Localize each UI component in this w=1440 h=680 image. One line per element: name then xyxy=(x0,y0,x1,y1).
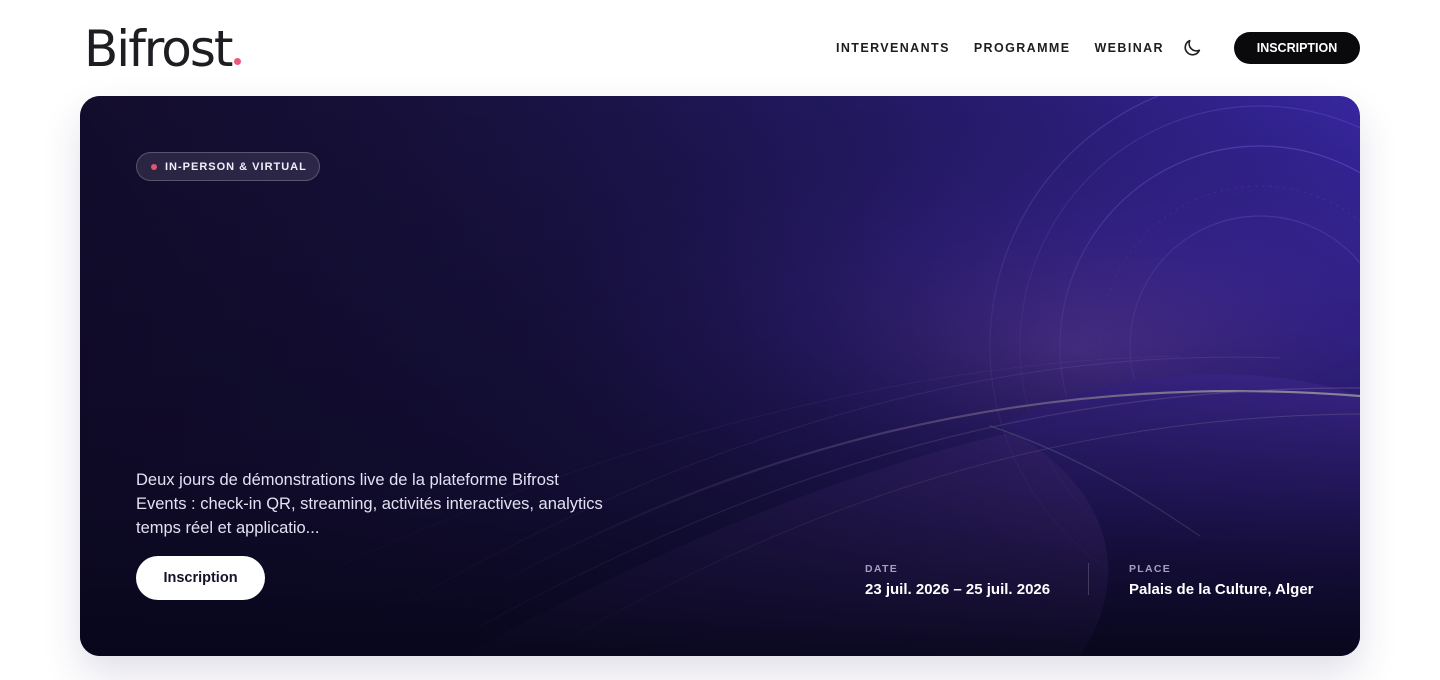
hero-description: Deux jours de démonstrations live de la … xyxy=(136,471,603,537)
date-value: 23 juil. 2026 – 25 juil. 2026 xyxy=(865,581,1051,598)
nav-link-intervenants[interactable]: INTERVENANTS xyxy=(836,40,950,56)
nav-link-programme[interactable]: PROGRAMME xyxy=(974,40,1071,56)
place-value: Palais de la Culture, Alger xyxy=(1129,581,1314,598)
moon-icon xyxy=(1184,39,1201,56)
logo-text: Bifrost xyxy=(84,20,233,78)
site-header: Bifrost INTERVENANTS PROGRAMME WEBINAR I… xyxy=(0,0,1440,96)
meta-divider xyxy=(1088,563,1089,595)
signup-button[interactable]: INSCRIPTION xyxy=(1234,32,1360,64)
page: Bifrost INTERVENANTS PROGRAMME WEBINAR I… xyxy=(0,0,1440,680)
event-format-badge: IN-PERSON & VIRTUAL xyxy=(136,152,320,181)
hero-signup-button[interactable]: Inscription xyxy=(136,556,265,600)
hero-banner: IN-PERSON & VIRTUAL Deux jours de démons… xyxy=(80,96,1360,656)
event-format-label: IN-PERSON & VIRTUAL xyxy=(165,160,307,173)
theme-toggle-button[interactable] xyxy=(1181,37,1203,59)
nav-link-webinar[interactable]: WEBINAR xyxy=(1094,40,1164,56)
main-nav: INTERVENANTS PROGRAMME WEBINAR xyxy=(836,40,1164,56)
date-label: DATE xyxy=(865,563,899,575)
badge-dot-icon xyxy=(151,163,157,170)
logo-dot xyxy=(233,58,241,65)
logo[interactable]: Bifrost xyxy=(84,20,241,78)
place-label: PLACE xyxy=(1129,563,1172,575)
